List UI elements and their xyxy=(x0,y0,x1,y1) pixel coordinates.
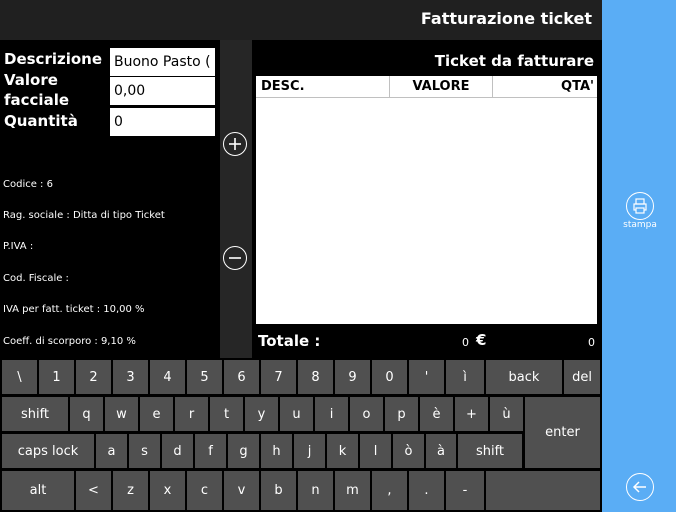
total-value: 0 xyxy=(462,336,469,349)
key-i-grave[interactable]: ì xyxy=(446,360,484,394)
quantita-label: Quantità xyxy=(4,112,78,130)
plus-circle-icon xyxy=(229,138,241,150)
valore-facciale-field[interactable] xyxy=(110,77,215,105)
on-screen-keyboard: \ 1 2 3 4 5 6 7 8 9 0 ' ì back del shift… xyxy=(0,358,602,512)
key-o-grave[interactable]: ò xyxy=(393,434,424,468)
key-5[interactable]: 5 xyxy=(187,360,222,394)
key-e-grave[interactable]: è xyxy=(420,397,453,431)
key-n[interactable]: n xyxy=(298,471,333,510)
key-backspace[interactable]: back xyxy=(486,360,562,394)
key-o[interactable]: o xyxy=(350,397,383,431)
column-qta[interactable]: QTA' xyxy=(493,76,594,98)
page-title: Fatturazione ticket xyxy=(420,9,592,28)
key-u[interactable]: u xyxy=(280,397,313,431)
info-partita-iva: P.IVA : xyxy=(3,241,34,252)
ticket-form-panel: Descrizione Valore facciale Quantità Cod… xyxy=(0,40,220,358)
valore-label-line2: facciale xyxy=(4,91,70,109)
info-iva-ticket: IVA per fatt. ticket : 10,00 % xyxy=(3,304,145,315)
key-7[interactable]: 7 xyxy=(261,360,296,394)
key-delete[interactable]: del xyxy=(564,360,600,394)
key-x[interactable]: x xyxy=(150,471,185,510)
key-caps-lock[interactable]: caps lock xyxy=(2,434,94,468)
key-z[interactable]: z xyxy=(113,471,148,510)
key-m[interactable]: m xyxy=(335,471,370,510)
back-button[interactable] xyxy=(626,473,654,501)
info-ragione-sociale: Rag. sociale : Ditta di tipo Ticket xyxy=(3,210,165,221)
key-less-than[interactable]: < xyxy=(76,471,111,510)
key-r[interactable]: r xyxy=(175,397,208,431)
key-t[interactable]: t xyxy=(210,397,243,431)
tickets-table[interactable]: DESC. VALORE QTA' xyxy=(256,76,597,324)
minus-circle-icon xyxy=(229,257,241,259)
key-w[interactable]: w xyxy=(105,397,138,431)
key-space[interactable] xyxy=(486,471,600,510)
key-6[interactable]: 6 xyxy=(224,360,259,394)
key-4[interactable]: 4 xyxy=(150,360,185,394)
key-y[interactable]: y xyxy=(245,397,278,431)
back-arrow-icon xyxy=(632,481,646,493)
tickets-table-header: DESC. VALORE QTA' xyxy=(256,76,597,98)
key-v[interactable]: v xyxy=(224,471,259,510)
column-desc[interactable]: DESC. xyxy=(261,76,389,98)
key-g[interactable]: g xyxy=(228,434,259,468)
key-8[interactable]: 8 xyxy=(298,360,333,394)
key-backslash[interactable]: \ xyxy=(2,360,37,394)
key-c[interactable]: c xyxy=(187,471,222,510)
key-1[interactable]: 1 xyxy=(39,360,74,394)
key-k[interactable]: k xyxy=(327,434,358,468)
key-apostrophe[interactable]: ' xyxy=(409,360,444,394)
key-b[interactable]: b xyxy=(261,471,296,510)
total-currency: € xyxy=(476,331,487,349)
key-l[interactable]: l xyxy=(360,434,391,468)
valore-label-line1: Valore xyxy=(4,71,58,89)
key-shift-left-top[interactable]: shift xyxy=(2,397,68,431)
info-codice: Codice : 6 xyxy=(3,179,53,190)
key-plus[interactable]: + xyxy=(455,397,488,431)
add-remove-strip xyxy=(220,40,252,358)
key-shift-right[interactable]: shift xyxy=(458,434,522,468)
key-9[interactable]: 9 xyxy=(335,360,370,394)
remove-ticket-button[interactable] xyxy=(223,246,247,270)
key-p[interactable]: p xyxy=(385,397,418,431)
key-minus[interactable]: - xyxy=(446,471,484,510)
key-f[interactable]: f xyxy=(195,434,226,468)
key-h[interactable]: h xyxy=(261,434,292,468)
key-3[interactable]: 3 xyxy=(113,360,148,394)
total-quantity: 0 xyxy=(588,336,595,349)
key-0[interactable]: 0 xyxy=(372,360,407,394)
info-codice-fiscale: Cod. Fiscale : xyxy=(3,273,69,284)
key-d[interactable]: d xyxy=(162,434,193,468)
key-alt[interactable]: alt xyxy=(2,471,74,510)
key-e[interactable]: e xyxy=(140,397,173,431)
printer-icon xyxy=(633,198,647,214)
action-sidebar: stampa xyxy=(602,0,676,512)
quantita-field[interactable] xyxy=(110,108,215,136)
key-period[interactable]: . xyxy=(409,471,444,510)
key-2[interactable]: 2 xyxy=(76,360,111,394)
title-bar: Fatturazione ticket xyxy=(0,0,602,40)
total-label: Totale : xyxy=(258,332,321,350)
key-u-grave[interactable]: ù xyxy=(490,397,523,431)
key-a-grave[interactable]: à xyxy=(426,434,456,468)
descrizione-label: Descrizione xyxy=(4,50,103,68)
add-ticket-button[interactable] xyxy=(223,132,247,156)
key-s[interactable]: s xyxy=(129,434,160,468)
column-valore[interactable]: VALORE xyxy=(390,76,492,98)
key-a[interactable]: a xyxy=(96,434,127,468)
tickets-title: Ticket da fatturare xyxy=(434,52,594,70)
key-q[interactable]: q xyxy=(70,397,103,431)
key-j[interactable]: j xyxy=(294,434,325,468)
print-label: stampa xyxy=(623,220,657,230)
print-button[interactable] xyxy=(626,192,654,220)
key-enter[interactable]: enter xyxy=(525,397,600,468)
key-comma[interactable]: , xyxy=(372,471,407,510)
info-coeff-scorporo: Coeff. di scorporo : 9,10 % xyxy=(3,336,136,347)
key-i[interactable]: i xyxy=(315,397,348,431)
descrizione-field[interactable] xyxy=(110,48,215,76)
